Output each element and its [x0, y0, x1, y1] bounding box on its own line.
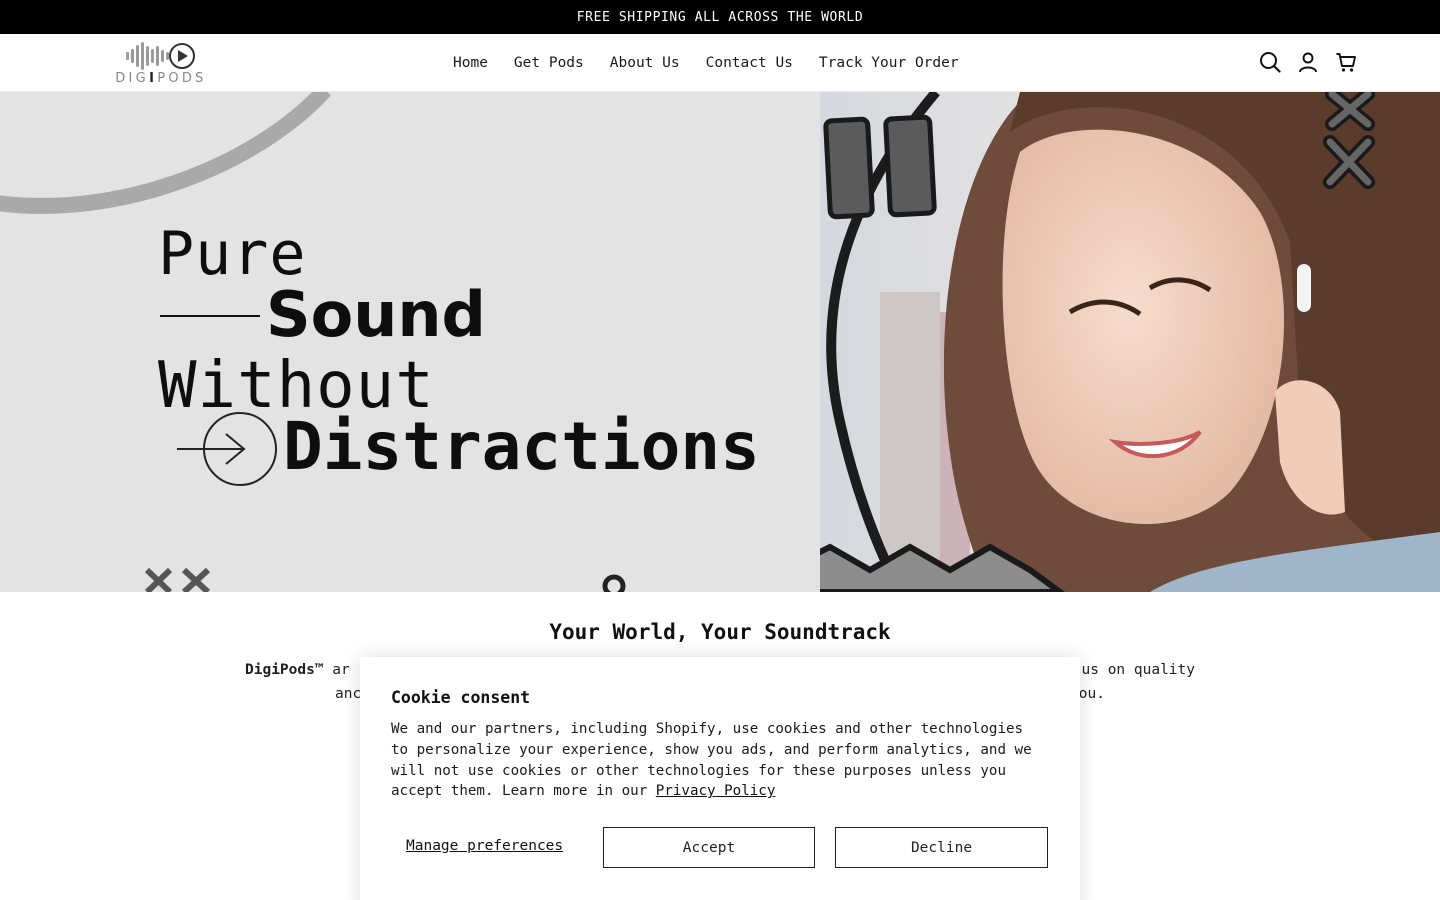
- x-marks-icon: [144, 567, 211, 592]
- header-icons: [1258, 50, 1358, 74]
- nav-about-us[interactable]: About Us: [609, 55, 681, 71]
- account-icon[interactable]: [1296, 50, 1320, 74]
- cookie-title: Cookie consent: [391, 688, 531, 707]
- nav-track-order[interactable]: Track Your Order: [818, 55, 960, 71]
- nav-get-pods[interactable]: Get Pods: [513, 55, 585, 71]
- headline-dash: [160, 315, 260, 317]
- announcement-bar: FREE SHIPPING ALL ACROSS THE WORLD: [0, 0, 1440, 34]
- logo[interactable]: DIGIPODS: [100, 40, 222, 86]
- search-icon[interactable]: [1258, 50, 1282, 74]
- cookie-text: We and our partners, including Shopify, …: [391, 721, 1032, 800]
- sound-wave-play-icon: [126, 42, 195, 70]
- decline-button[interactable]: Decline: [835, 827, 1048, 868]
- hero-banner[interactable]: Pure Sound Without Distractions: [0, 92, 1440, 592]
- section-title: Your World, Your Soundtrack: [549, 620, 891, 644]
- main-nav: Home Get Pods About Us Contact Us Track …: [452, 34, 960, 92]
- cart-icon[interactable]: [1334, 50, 1358, 74]
- site-header: DIGIPODS Home Get Pods About Us Contact …: [0, 34, 1440, 92]
- arrow-circle-icon: [177, 412, 277, 486]
- hero-headline-line2: Sound: [266, 278, 486, 351]
- accept-button[interactable]: Accept: [603, 827, 815, 868]
- hero-photo: [820, 92, 1440, 592]
- nav-home[interactable]: Home: [452, 55, 489, 71]
- hero-headline-line4: Distractions: [283, 408, 760, 485]
- announcement-text: FREE SHIPPING ALL ACROSS THE WORLD: [576, 9, 864, 25]
- cookie-actions: Manage preferences Accept Decline: [391, 827, 1049, 868]
- manage-preferences-button[interactable]: Manage preferences: [406, 838, 563, 854]
- nav-contact-us[interactable]: Contact Us: [705, 55, 794, 71]
- privacy-policy-link[interactable]: Privacy Policy: [656, 783, 776, 799]
- hero-headline-line1: Pure: [158, 219, 307, 289]
- cookie-consent-dialog: Cookie consent We and our partners, incl…: [360, 657, 1080, 900]
- logo-wordmark: DIGIPODS: [115, 71, 207, 86]
